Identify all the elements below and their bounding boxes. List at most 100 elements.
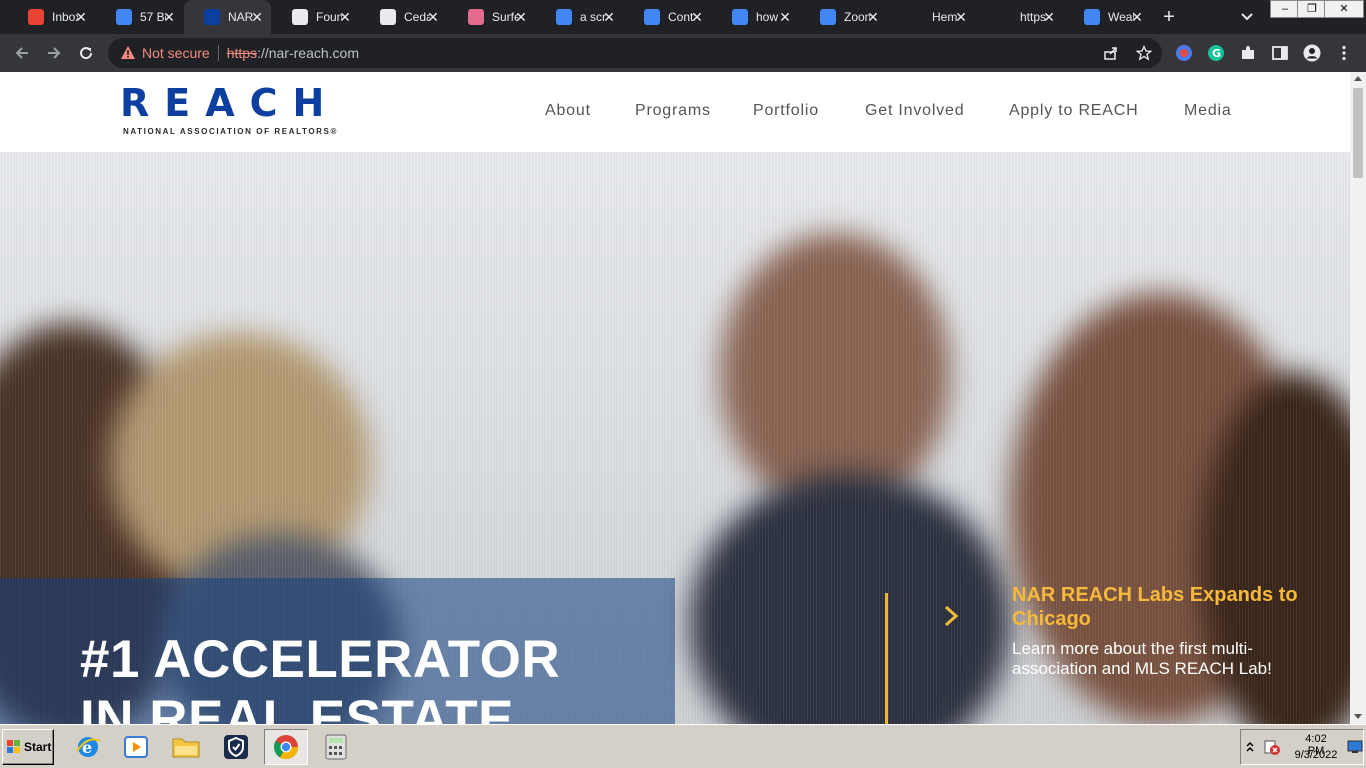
browser-tab[interactable]: https ✕ (976, 0, 1063, 34)
taskbar-calculator[interactable] (314, 729, 358, 765)
new-tab-button[interactable]: + (1158, 6, 1180, 28)
docs-icon (116, 9, 132, 25)
browser-tab[interactable]: Foun ✕ (272, 0, 359, 34)
globe-icon (380, 9, 396, 25)
hero-section: #1 ACCELERATOR IN REAL ESTATE NAR REACH … (0, 153, 1350, 724)
scroll-down-arrow-icon[interactable] (1354, 714, 1362, 719)
security-shield-icon (224, 735, 248, 759)
browser-tab[interactable]: Surfe ✕ (448, 0, 535, 34)
windows-flag-icon (7, 740, 20, 753)
browser-tab[interactable]: Hemi ✕ (888, 0, 975, 34)
clock-date[interactable]: 9/3/2022 (1291, 749, 1341, 761)
extensions-puzzle-icon[interactable] (1239, 44, 1257, 62)
browser-tab[interactable]: Weal ✕ (1064, 0, 1151, 34)
scroll-thumb[interactable] (1353, 88, 1363, 178)
browser-tab[interactable]: Cont ✕ (624, 0, 711, 34)
url-host: ://nar-reach.com (257, 45, 359, 61)
page-scrollbar[interactable] (1350, 72, 1366, 724)
logo-subtitle: NATIONAL ASSOCIATION OF REALTORS® (123, 127, 338, 136)
side-panel-icon[interactable] (1271, 44, 1289, 62)
hero-headline-box: #1 ACCELERATOR IN REAL ESTATE (0, 578, 675, 724)
scroll-up-arrow-icon[interactable] (1354, 76, 1362, 81)
browser-tab[interactable]: 57 Be✕ (96, 0, 183, 34)
start-button[interactable]: Start (2, 729, 54, 765)
browser-tab[interactable]: a scr ✕ (536, 0, 623, 34)
globe-icon (292, 9, 308, 25)
calculator-icon (325, 734, 347, 760)
nar-icon (204, 9, 220, 25)
tab-strip: Inbox✕57 Be✕NAR✕Foun✕Ceda✕Surfe✕a scr✕Co… (0, 0, 1366, 34)
close-tab-icon[interactable]: ✕ (1129, 9, 1145, 25)
browser-tab[interactable]: NAR ✕ (184, 0, 271, 34)
news-description: Learn more about the first multi-associa… (1012, 639, 1272, 678)
warning-icon (121, 46, 135, 59)
close-tab-icon[interactable]: ✕ (161, 9, 177, 25)
forward-button[interactable] (42, 41, 66, 65)
close-tab-icon[interactable]: ✕ (73, 9, 89, 25)
chrome-icon (273, 735, 298, 760)
address-bar[interactable]: Not secure https://nar-reach.com (108, 38, 1162, 68)
reload-button[interactable] (74, 41, 98, 65)
nav-programs[interactable]: Programs (635, 102, 711, 120)
nav-media[interactable]: Media (1184, 102, 1232, 120)
taskbar-chrome[interactable] (264, 729, 308, 765)
google-icon (556, 9, 572, 25)
nav-get-involved[interactable]: Get Involved (865, 102, 964, 120)
share-icon[interactable] (1103, 45, 1119, 61)
nav-apply[interactable]: Apply to REACH (1009, 102, 1138, 120)
nav-about[interactable]: About (545, 102, 591, 120)
taskbar-explorer[interactable] (164, 729, 208, 765)
url-text[interactable]: https://nar-reach.com (227, 45, 359, 61)
close-tab-icon[interactable]: ✕ (689, 9, 705, 25)
close-tab-icon[interactable]: ✕ (337, 9, 353, 25)
ie-icon: e (76, 737, 101, 757)
close-tab-icon[interactable]: ✕ (513, 9, 529, 25)
close-tab-icon[interactable]: ✕ (1041, 9, 1057, 25)
svg-text:G: G (1212, 47, 1221, 60)
system-tray: 4:02 PM 9/3/2022 (1240, 729, 1364, 765)
web-page: REACH NATIONAL ASSOCIATION OF REALTORS® … (0, 72, 1350, 724)
hero-title: #1 ACCELERATOR IN REAL ESTATE (80, 630, 561, 724)
media-player-icon (124, 736, 148, 758)
browser-tab[interactable]: Zoon ✕ (800, 0, 887, 34)
browser-tab[interactable]: how ✕ (712, 0, 799, 34)
close-window-button[interactable]: ✕ (1324, 0, 1364, 18)
close-tab-icon[interactable]: ✕ (953, 9, 969, 25)
minimize-button[interactable]: – (1270, 0, 1300, 18)
bookmark-star-icon[interactable] (1136, 45, 1152, 61)
chevron-right-icon[interactable] (940, 605, 962, 627)
google-icon (820, 9, 836, 25)
browser-tab[interactable]: Ceda ✕ (360, 0, 447, 34)
close-tab-icon[interactable]: ✕ (425, 9, 441, 25)
profile-avatar-icon[interactable] (1303, 44, 1321, 62)
grammarly-icon[interactable]: G (1207, 44, 1225, 62)
docs-icon (1084, 9, 1100, 25)
taskbar-ie[interactable]: e (66, 729, 110, 765)
close-tab-icon[interactable]: ✕ (601, 9, 617, 25)
restore-button[interactable]: ❐ (1297, 0, 1327, 18)
back-arrow-icon (15, 47, 28, 59)
reload-icon (80, 47, 93, 60)
back-button[interactable] (10, 41, 34, 65)
browser-tab[interactable]: Inbox✕ (8, 0, 95, 34)
blank-icon (908, 9, 924, 25)
close-tab-icon[interactable]: ✕ (249, 9, 265, 25)
extension-colorful-icon[interactable] (1175, 44, 1193, 62)
forward-arrow-icon (48, 47, 61, 59)
news-headline-link[interactable]: NAR REACH Labs Expands to Chicago (1012, 583, 1322, 631)
google-icon (732, 9, 748, 25)
taskbar-media-player[interactable] (114, 729, 158, 765)
windows-taskbar: Start e 4:02 PM 9/3/2022 (0, 724, 1366, 768)
not-secure-label[interactable]: Not secure (142, 45, 210, 61)
tab-search-icon[interactable] (1238, 8, 1256, 26)
taskbar-security[interactable] (214, 729, 258, 765)
show-desktop-icon[interactable] (1347, 740, 1363, 754)
close-tab-icon[interactable]: ✕ (865, 9, 881, 25)
close-tab-icon[interactable]: ✕ (777, 9, 793, 25)
network-alert-icon[interactable] (1263, 738, 1281, 756)
tray-expand-icon[interactable] (1245, 740, 1255, 754)
reach-logo[interactable]: REACH (120, 84, 339, 122)
menu-kebab-icon[interactable] (1335, 44, 1353, 62)
nav-portfolio[interactable]: Portfolio (753, 102, 819, 120)
gmail-icon (28, 9, 44, 25)
